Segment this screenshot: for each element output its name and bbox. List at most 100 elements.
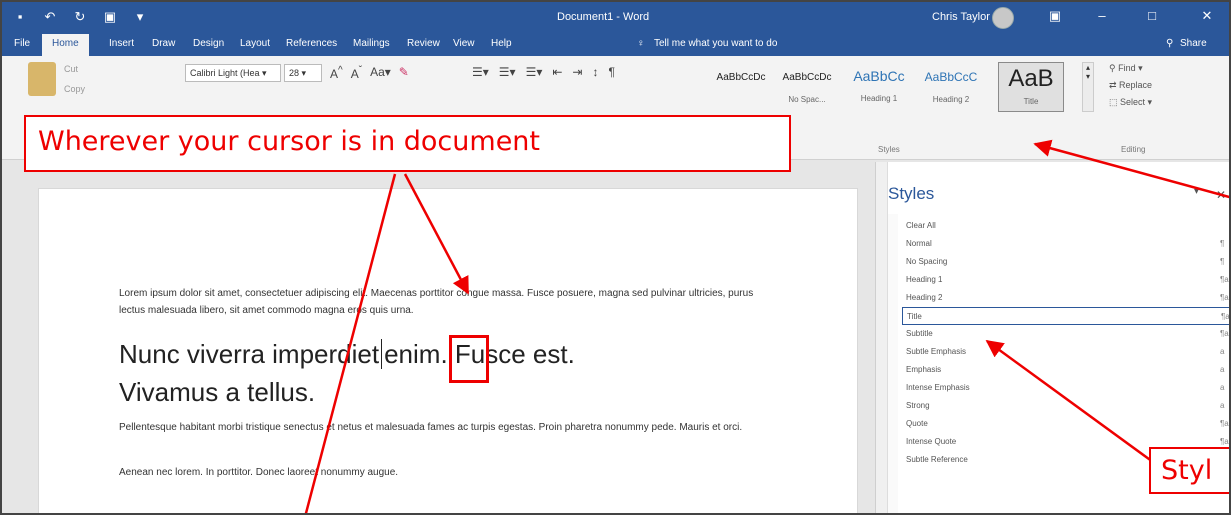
- style-list-item[interactable]: Intense Emphasis a: [902, 379, 1229, 397]
- paste-icon[interactable]: [28, 62, 56, 96]
- style-normal[interactable]: AaBbCcDc: [708, 62, 774, 112]
- font-size-field[interactable]: 28 ▾: [284, 64, 322, 82]
- group-label-editing: Editing: [1121, 145, 1146, 154]
- style-sample: AaB: [1008, 65, 1054, 92]
- select-label: Select: [1120, 97, 1146, 107]
- shrink-font-icon[interactable]: Aˇ: [351, 65, 362, 81]
- style-list-item-label: Heading 2: [906, 293, 943, 302]
- body-paragraph-1[interactable]: Lorem ipsum dolor sit amet, consectetuer…: [119, 285, 759, 319]
- avatar[interactable]: [992, 7, 1014, 29]
- body-paragraph-3[interactable]: Aenean nec lorem. In porttitor. Donec la…: [119, 464, 759, 481]
- font-size-value: 28: [289, 68, 300, 78]
- save-icon[interactable]: ▪: [12, 9, 28, 25]
- style-list-item[interactable]: Heading 1 ¶a: [902, 271, 1229, 289]
- style-no-spacing[interactable]: AaBbCcDc No Spac...: [774, 62, 840, 112]
- tab-insert[interactable]: Insert: [109, 38, 134, 49]
- sort-icon[interactable]: ↕: [592, 65, 598, 79]
- style-list-item[interactable]: Subtitle ¶a: [902, 325, 1229, 343]
- undo-icon[interactable]: ↶: [42, 9, 58, 25]
- style-list: Clear All Normal ¶ No Spacing ¶ Heading 1 ¶a He…: [902, 217, 1229, 469]
- grow-font-icon[interactable]: A^: [330, 65, 343, 81]
- redo-icon[interactable]: ↻: [72, 9, 88, 25]
- close-icon[interactable]: ✕: [1192, 8, 1222, 24]
- style-list-item[interactable]: Title ¶a: [902, 307, 1229, 325]
- tab-file[interactable]: File: [14, 38, 30, 49]
- touch-mode-icon[interactable]: ▣: [102, 9, 118, 25]
- share-button[interactable]: Share: [1180, 38, 1207, 49]
- styles-gallery: AaBbCcDc AaBbCcDc No Spac... AaBbCc Head…: [708, 62, 1080, 114]
- decrease-indent-icon[interactable]: ⇤: [552, 65, 562, 79]
- numbering-icon[interactable]: ☰▾: [499, 65, 516, 79]
- increase-indent-icon[interactable]: ⇥: [572, 65, 582, 79]
- tab-review[interactable]: Review: [407, 38, 440, 49]
- style-sample: AaBbCcDc: [716, 72, 766, 83]
- styles-gallery-more[interactable]: ▴ ▾: [1082, 62, 1094, 112]
- tab-design[interactable]: Design: [193, 38, 224, 49]
- style-list-item[interactable]: Emphasis a: [902, 361, 1229, 379]
- pane-scrollbar[interactable]: [876, 162, 888, 513]
- style-name: No Spac...: [788, 95, 826, 104]
- title-line-1[interactable]: Nunc viverra imperdiet enim. Fusce est.: [119, 339, 575, 370]
- pane-options-icon[interactable]: ▾: [1194, 186, 1199, 197]
- user-name[interactable]: Chris Taylor: [932, 11, 990, 23]
- quick-access-toolbar: ▪ ↶ ↻ ▣ ▾: [12, 9, 148, 25]
- editing-group: ⚲ Find ▾ ⇄ Replace ⬚ Select ▾: [1109, 60, 1152, 111]
- font-name-field[interactable]: Calibri Light (Hea ▾: [185, 64, 281, 82]
- style-list-item[interactable]: No Spacing ¶: [902, 253, 1229, 271]
- tab-layout[interactable]: Layout: [240, 38, 270, 49]
- copy-button[interactable]: Copy: [64, 84, 85, 94]
- style-list-item-label: Intense Quote: [906, 437, 957, 446]
- bullets-icon[interactable]: ☰▾: [472, 65, 489, 79]
- style-heading-2[interactable]: AaBbCcC Heading 2: [918, 62, 984, 112]
- style-list-item[interactable]: Clear All: [902, 217, 1229, 235]
- style-type-icon: ¶a: [1220, 275, 1229, 284]
- select-button[interactable]: ⬚ Select ▾: [1109, 94, 1152, 111]
- replace-button[interactable]: ⇄ Replace: [1109, 77, 1152, 94]
- tab-help[interactable]: Help: [491, 38, 512, 49]
- tab-references[interactable]: References: [286, 38, 337, 49]
- document-page[interactable]: Lorem ipsum dolor sit amet, consectetuer…: [38, 188, 858, 513]
- multilevel-list-icon[interactable]: ☰▾: [526, 65, 543, 79]
- clear-formatting-icon[interactable]: ✎: [399, 65, 409, 81]
- ribbon-tabs: File Home Insert Draw Design Layout Refe…: [2, 34, 1229, 56]
- body-paragraph-2[interactable]: Pellentesque habitant morbi tristique se…: [119, 419, 759, 436]
- style-title[interactable]: AaB Title: [998, 62, 1064, 112]
- style-list-item[interactable]: Quote ¶a: [902, 415, 1229, 433]
- style-name: Title: [1023, 97, 1039, 106]
- style-list-item[interactable]: Strong a: [902, 397, 1229, 415]
- style-list-item-label: Intense Emphasis: [906, 383, 970, 392]
- style-list-item-label: Normal: [906, 239, 932, 248]
- style-list-item[interactable]: Heading 2 ¶a: [902, 289, 1229, 307]
- close-pane-icon[interactable]: ✕: [1216, 188, 1226, 202]
- style-heading-1[interactable]: AaBbCc Heading 1: [846, 62, 912, 112]
- tab-mailings[interactable]: Mailings: [353, 38, 390, 49]
- cursor-callout: Wherever your cursor is in document: [24, 115, 791, 172]
- change-case-icon[interactable]: Aa▾: [370, 65, 391, 81]
- style-type-icon: ¶a: [1220, 293, 1229, 302]
- style-list-scrollbar[interactable]: [888, 214, 898, 513]
- style-type-icon: ¶: [1220, 239, 1225, 248]
- tell-me-search[interactable]: Tell me what you want to do: [654, 38, 777, 49]
- maximize-icon[interactable]: □: [1137, 8, 1167, 23]
- find-button[interactable]: ⚲ Find ▾: [1109, 60, 1152, 77]
- find-label: Find: [1118, 63, 1136, 73]
- style-list-item-label: Subtle Reference: [906, 455, 968, 464]
- style-list-item[interactable]: Normal ¶: [902, 235, 1229, 253]
- customize-qat-icon[interactable]: ▾: [132, 9, 148, 25]
- tab-home[interactable]: Home: [42, 34, 89, 56]
- cut-button[interactable]: Cut: [64, 64, 78, 74]
- minimize-icon[interactable]: –: [1087, 8, 1117, 23]
- style-list-item-label: Quote: [906, 419, 928, 428]
- tab-view[interactable]: View: [453, 38, 475, 49]
- style-type-icon: a: [1220, 401, 1225, 410]
- style-list-item-label: No Spacing: [906, 257, 948, 266]
- title-line-2[interactable]: Vivamus a tellus.: [119, 377, 315, 408]
- style-list-item[interactable]: Subtle Emphasis a: [902, 343, 1229, 361]
- styles-pane-title: Styles: [888, 184, 935, 203]
- ribbon-display-icon[interactable]: ▣: [1040, 8, 1070, 24]
- tab-draw[interactable]: Draw: [152, 38, 175, 49]
- replace-label: Replace: [1119, 80, 1153, 90]
- show-formatting-icon[interactable]: ¶: [608, 65, 614, 79]
- style-list-item-label: Subtle Emphasis: [906, 347, 967, 356]
- document-area: Lorem ipsum dolor sit amet, consectetuer…: [2, 160, 872, 513]
